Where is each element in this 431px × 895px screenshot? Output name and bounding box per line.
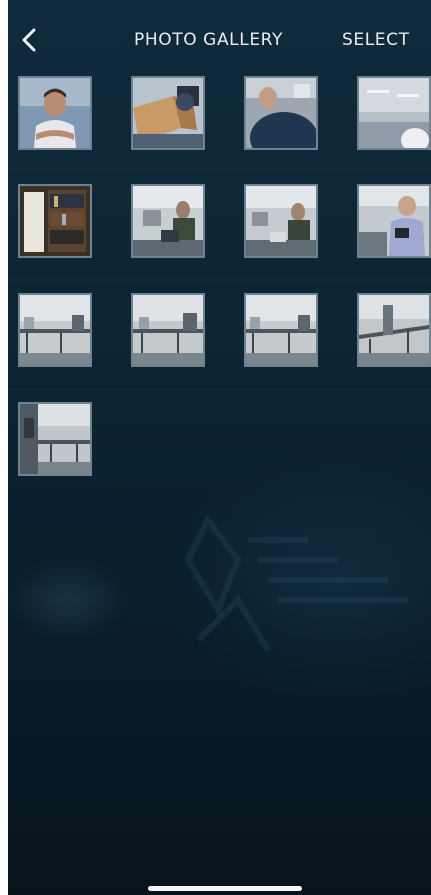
office-seated-image bbox=[246, 186, 316, 256]
boxes-tilted-image bbox=[133, 78, 203, 148]
photo-thumbnail[interactable] bbox=[244, 293, 318, 367]
chevron-left-icon bbox=[22, 28, 36, 52]
office-desks-image bbox=[20, 295, 90, 365]
select-button[interactable]: SELECT bbox=[342, 30, 410, 50]
bookshelf-image bbox=[20, 186, 90, 256]
office-seated-image bbox=[133, 186, 203, 256]
photo-thumbnail[interactable] bbox=[131, 184, 205, 258]
photo-thumbnail[interactable] bbox=[131, 293, 205, 367]
home-indicator[interactable] bbox=[148, 886, 302, 891]
photo-thumbnail[interactable] bbox=[18, 402, 92, 476]
person-on-phone-image bbox=[359, 186, 429, 256]
photo-thumbnail[interactable] bbox=[357, 293, 431, 367]
back-button[interactable] bbox=[16, 26, 44, 54]
top-bar: PHOTO GALLERY SELECT bbox=[8, 0, 431, 70]
photo-thumbnail[interactable] bbox=[18, 76, 92, 150]
office-desks-low-image bbox=[20, 404, 90, 474]
photo-thumbnail[interactable] bbox=[18, 293, 92, 367]
office-desks-image bbox=[133, 295, 203, 365]
person-portrait-image bbox=[20, 78, 90, 148]
photo-thumbnail[interactable] bbox=[131, 76, 205, 150]
photo-thumbnail[interactable] bbox=[357, 76, 431, 150]
page-title: PHOTO GALLERY bbox=[134, 30, 283, 50]
photo-thumbnail[interactable] bbox=[357, 184, 431, 258]
photo-thumbnail[interactable] bbox=[244, 184, 318, 258]
person-closeup-image bbox=[246, 78, 316, 148]
office-desks-image bbox=[246, 295, 316, 365]
photo-thumbnail[interactable] bbox=[244, 76, 318, 150]
office-desks-image bbox=[359, 295, 429, 365]
office-ceiling-image bbox=[359, 78, 429, 148]
gallery-screen: PHOTO GALLERY SELECT bbox=[8, 0, 431, 895]
photo-thumbnail[interactable] bbox=[18, 184, 92, 258]
